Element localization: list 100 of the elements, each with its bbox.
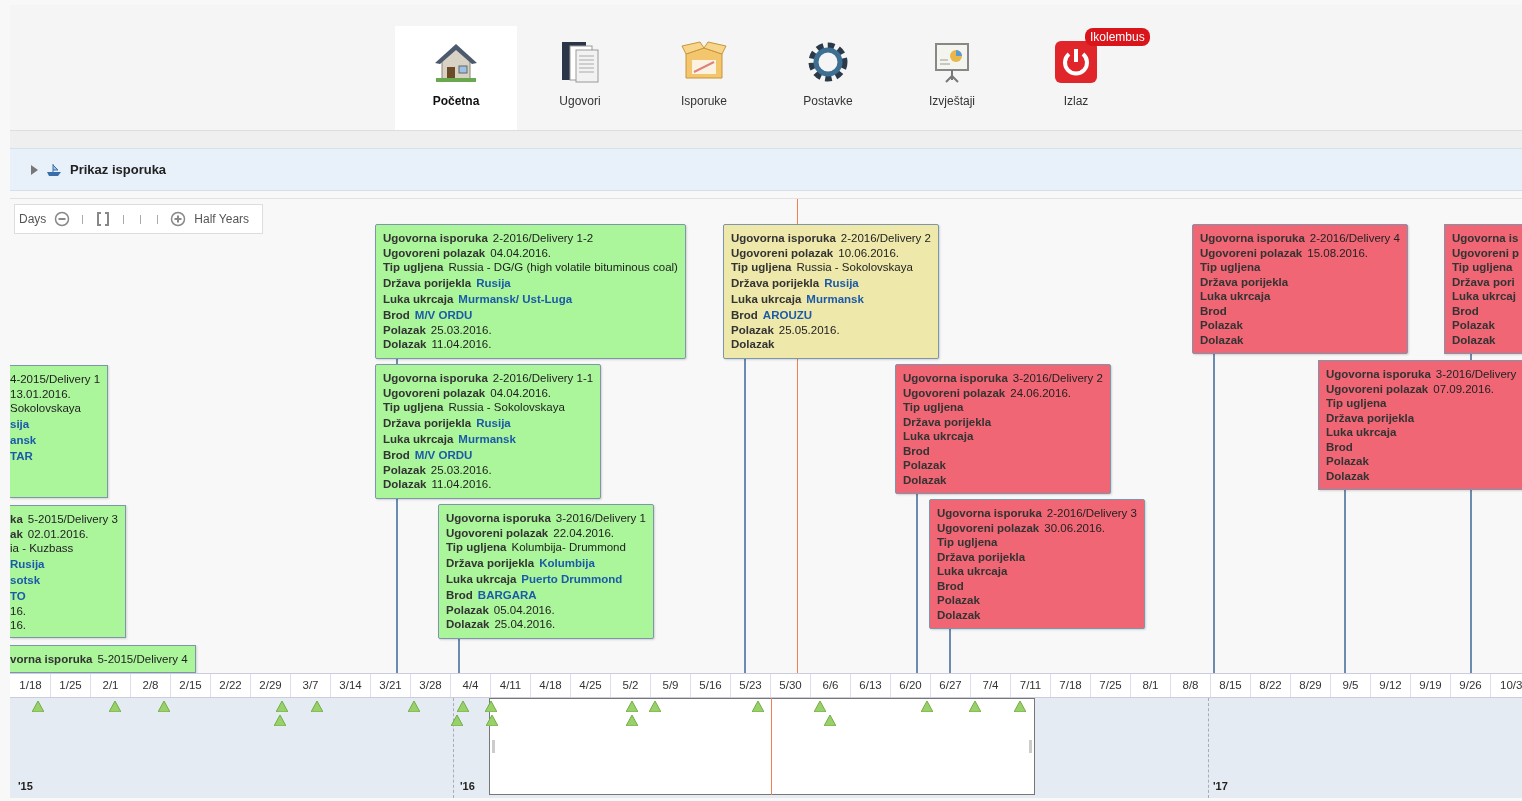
nav-item[interactable]: Izvještaji: [891, 26, 1013, 130]
field-label: Tip ugljena: [937, 536, 998, 548]
field-label: Brod: [383, 448, 410, 461]
field-link[interactable]: Murmansk: [806, 292, 864, 305]
field-label: Ugovorna isporuka: [446, 512, 551, 524]
axis-tick-label: 1/25: [51, 674, 91, 697]
field-label: ka: [10, 513, 23, 525]
axis-tick-label: 5/9: [651, 674, 691, 697]
field-link[interactable]: sija: [10, 417, 30, 430]
nav-item[interactable]: Postavke: [767, 26, 889, 130]
zoom-max-label: Half Years: [194, 212, 250, 226]
field-label: Ugovoreni polazak: [383, 246, 486, 259]
field-value: 13.01.2016.: [10, 387, 71, 400]
field-value: 16.: [10, 619, 26, 631]
field-link[interactable]: Murmansk: [458, 432, 516, 445]
axis-tick-label: 1/18: [11, 674, 51, 697]
expand-caret-icon[interactable]: [30, 163, 38, 176]
field-label: Polazak: [1452, 319, 1495, 331]
delivery-card[interactable]: [375, 364, 602, 499]
axis-tick-label: 10/3: [1499, 678, 1522, 693]
field-link[interactable]: ansk: [10, 433, 37, 446]
field-label: Luka ukrcaja: [383, 292, 454, 305]
event-marker-icon: [276, 701, 288, 712]
delivery-card[interactable]: [375, 224, 686, 359]
field-link[interactable]: Rusija: [476, 416, 511, 429]
field-label: Dolazak: [937, 608, 981, 621]
field-value: 5-2015/Delivery 3: [27, 513, 118, 525]
delivery-card[interactable]: Ugovorna isporuka 2-2016/Delivery 4 Ugovoreni polazak 15.08.2016. Tip ugljena Država porijekla Luka ukrcaja Brod Polazak Dolazak: [1192, 224, 1408, 354]
field-link[interactable]: Rusija: [476, 276, 511, 289]
delivery-card[interactable]: 4-2015/Delivery 1 13.01.2016. Sokolovskaya sija ansk TAR: [10, 365, 109, 498]
zoom-out-icon[interactable]: [54, 211, 71, 227]
axis-tick-label: 4/18: [531, 674, 571, 697]
field-link[interactable]: Murmansk/ Ust-Luga: [458, 292, 573, 305]
field-link[interactable]: BARGARA: [477, 588, 537, 601]
axis-tick-label: 2/1: [91, 674, 131, 697]
nav-item[interactable]: Početna: [395, 26, 517, 130]
field-label: Ugovoreni polazak: [903, 386, 1006, 399]
event-marker-icon: [921, 701, 933, 712]
delivery-card[interactable]: vorna isporuka 5-2015/Delivery 4: [10, 645, 196, 673]
axis-tick-label: 6/20: [891, 674, 931, 697]
axis-tick-label: 7/11: [1011, 674, 1051, 697]
field-value: 2-2016/Delivery 2: [840, 232, 931, 244]
field-link[interactable]: TAR: [10, 449, 33, 462]
event-marker-icon: [626, 715, 638, 726]
delivery-card[interactable]: Ugovorna isporuka 2-2016/Delivery 3 Ugovoreni polazak 30.06.2016. Tip ugljena Država porijekla Luka ukrcaja Brod Polazak Dolazak: [929, 499, 1145, 629]
field-label: Tip ugljena: [1452, 261, 1513, 273]
axis-tick-label: 4/25: [571, 674, 611, 697]
field-label: Ugovorna isporuka: [1326, 368, 1431, 380]
field-label: Ugovoreni polazak: [1326, 382, 1429, 395]
event-marker-icon: [969, 701, 981, 712]
field-link[interactable]: Rusija: [10, 557, 45, 570]
field-label: Država porijekla: [383, 276, 472, 289]
field-link[interactable]: sotsk: [10, 573, 41, 586]
field-label: Brod: [383, 308, 410, 321]
field-label: vorna isporuka: [10, 653, 93, 665]
field-link[interactable]: AROUZU: [762, 308, 813, 321]
field-label: Polazak: [383, 323, 426, 336]
field-label: Ugovoreni polazak: [1200, 246, 1303, 259]
field-link[interactable]: M/V ORDU: [414, 448, 473, 461]
field-label: Polazak: [1326, 455, 1369, 467]
field-label: Ugovorna isporuka: [937, 507, 1042, 519]
axis-tick-label: 3/28: [411, 674, 451, 697]
delivery-card[interactable]: Ugovorna isporuka 3-2016/Delivery 2 Ugovoreni polazak 24.06.2016. Tip ugljena Država porijekla Luka ukrcaja Brod Polazak Dolazak: [895, 364, 1111, 494]
field-link[interactable]: Kolumbija: [539, 556, 595, 569]
delivery-card[interactable]: [438, 504, 654, 639]
field-value: 2-2016/Delivery 1-2: [492, 232, 594, 244]
field-label: Ugovorna isporuka: [731, 232, 836, 244]
delivery-card[interactable]: Ugovorna isporuka 3-2016/Delivery Ugovoreni polazak 07.09.2016. Tip ugljena Država porijekla Luka ukrcaja Brod Polazak Dolazak: [1318, 360, 1522, 490]
field-link[interactable]: Rusija: [824, 276, 859, 289]
field-label: Brod: [1452, 304, 1479, 317]
event-marker-icon: [752, 701, 764, 712]
year-label: '17: [1213, 780, 1228, 792]
field-link[interactable]: Puerto Drummond: [521, 572, 623, 585]
range-selector[interactable]: [489, 698, 1035, 795]
field-label: Polazak: [446, 603, 489, 616]
nav-item[interactable]: Isporuke: [643, 26, 765, 130]
field-value: Russia - Sokolovskaya: [796, 261, 913, 273]
fit-icon[interactable]: [95, 211, 112, 227]
delivery-card[interactable]: Ugovorna isporuka 2-2016/Delivery 2 Ugovoreni polazak 10.06.2016. Tip ugljena Russia - Sokolovskaya Država porijekla Rusija Luka ukrcaja Murmansk Brod AROUZU Polazak 25.05.2016. Dolazak: [723, 224, 939, 359]
axis-tick-label: 8/15: [1211, 674, 1251, 697]
field-value: 5-2015/Delivery 4: [97, 653, 188, 665]
field-label: Ugovorna isporuka: [383, 372, 488, 384]
event-marker-icon: [485, 701, 497, 712]
axis-tick-label: 9/12: [1371, 674, 1411, 697]
delivery-card[interactable]: ka 5-2015/Delivery 3 ak 02.01.2016. ia - Kuzbass Rusija sotsk TO 16. 16.: [10, 505, 126, 638]
field-label: Dolazak: [383, 478, 427, 490]
zoom-in-icon[interactable]: [170, 211, 187, 227]
field-value: Sokolovskaya: [10, 402, 81, 414]
event-marker-icon: [824, 715, 836, 726]
field-link[interactable]: TO: [10, 589, 26, 602]
field-label: Država porijekla: [731, 276, 820, 289]
field-value: Russia - Sokolovskaya: [448, 401, 565, 413]
delivery-card[interactable]: Ugovorna is Ugovoreni p Tip ugljena Država pori Luka ukrcaj Brod Polazak Dolazak: [1444, 224, 1522, 354]
field-link[interactable]: M/V ORDU: [414, 308, 473, 321]
field-value: 2-2016/Delivery 4: [1309, 232, 1400, 244]
field-label: Država porijekla: [1326, 411, 1415, 424]
field-value: 2-2016/Delivery 1-1: [492, 372, 594, 384]
axis-tick-label: 2/22: [211, 674, 251, 697]
nav-item[interactable]: Ugovori: [519, 26, 641, 130]
field-label: Luka ukrcaja: [446, 572, 517, 585]
